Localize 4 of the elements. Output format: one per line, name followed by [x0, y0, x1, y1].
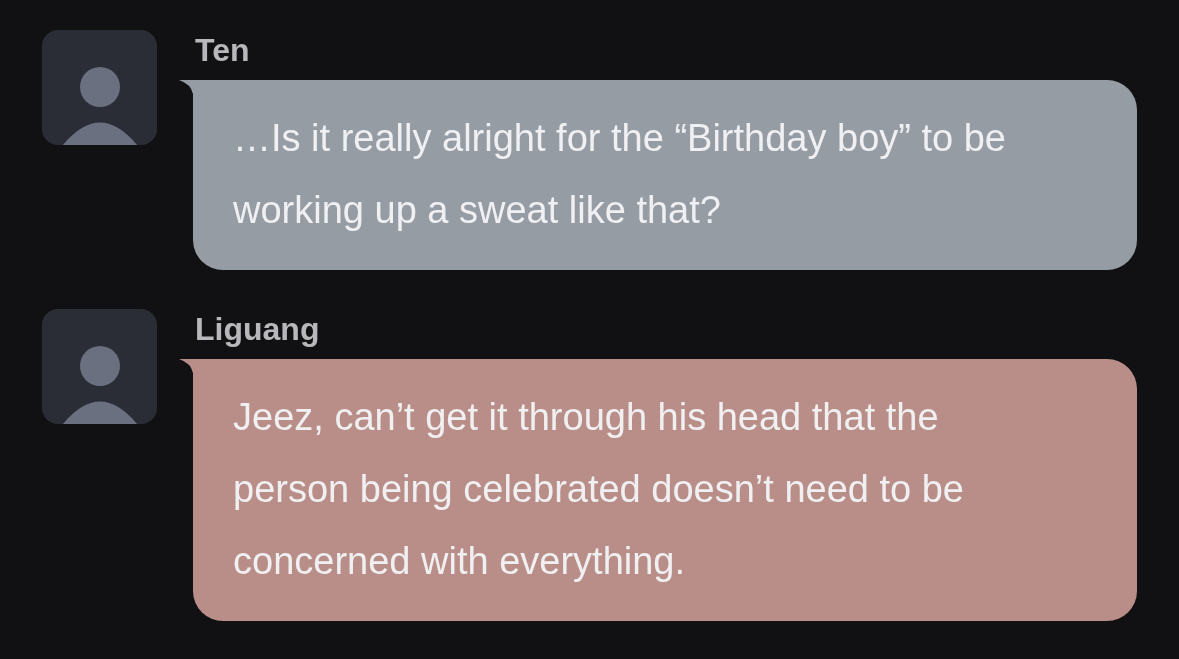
- message-text: …Is it really alright for the “Birthday boy” to be working up a sweat like that?: [233, 117, 1006, 231]
- sender-name: Ten: [194, 31, 251, 70]
- message-text: Jeez, can’t get it through his head that the person being celebrated doesn’t need to be concerned with everything.: [233, 396, 964, 582]
- sender-name: Liguang: [194, 310, 321, 349]
